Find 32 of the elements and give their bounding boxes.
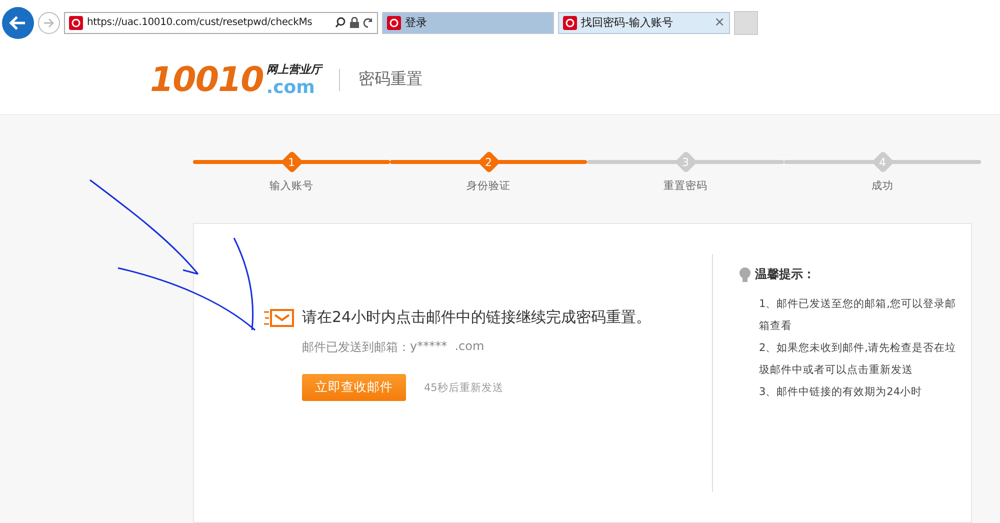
back-button[interactable]	[2, 6, 34, 39]
instruction-text: 请在24小时内点击邮件中的链接继续完成密码重置。	[302, 308, 652, 327]
browser-tab[interactable]: 登录	[382, 12, 554, 34]
resend-countdown: 45秒后重新发送	[424, 380, 504, 394]
page-title: 密码重置	[358, 69, 422, 90]
back-arrow-icon	[9, 14, 27, 32]
close-icon[interactable]: ×	[714, 15, 725, 30]
step-marker: 2	[478, 151, 500, 173]
email-address: y***** .com	[410, 339, 484, 355]
tip-text: 1、邮件已发送至您的邮箱,您可以登录邮箱查看	[759, 297, 958, 334]
lightbulb-icon	[739, 266, 751, 282]
step-marker: 1	[280, 151, 302, 173]
site-icon	[387, 16, 401, 30]
envelope-icon	[264, 308, 294, 326]
step-label: 输入账号	[270, 179, 314, 193]
step-label: 身份验证	[466, 179, 510, 193]
address-bar[interactable]: https://uac.10010.com/cust/resetpwd/checkMs	[64, 12, 378, 34]
tip-text: 3、邮件中链接的有效期为24小时	[759, 385, 924, 400]
search-icon	[335, 17, 346, 28]
lock-icon	[350, 17, 359, 28]
step-label: 成功	[872, 179, 894, 193]
site-icon	[69, 16, 83, 30]
forward-arrow-icon	[43, 16, 55, 29]
email-label: 邮件已发送到邮箱：	[302, 339, 410, 356]
tips-title: 温馨提示：	[755, 266, 815, 283]
site-icon	[563, 16, 577, 30]
forward-button[interactable]	[38, 12, 60, 34]
tip-text: 2、如果您未收到邮件,请先检查是否在垃圾邮件中或者可以点击重新发送	[759, 341, 958, 378]
new-tab-button[interactable]	[734, 10, 758, 35]
step-label: 重置密码	[664, 179, 708, 193]
refresh-icon	[363, 18, 373, 28]
browser-tab[interactable]: 找回密码-输入账号 ×	[558, 12, 730, 34]
